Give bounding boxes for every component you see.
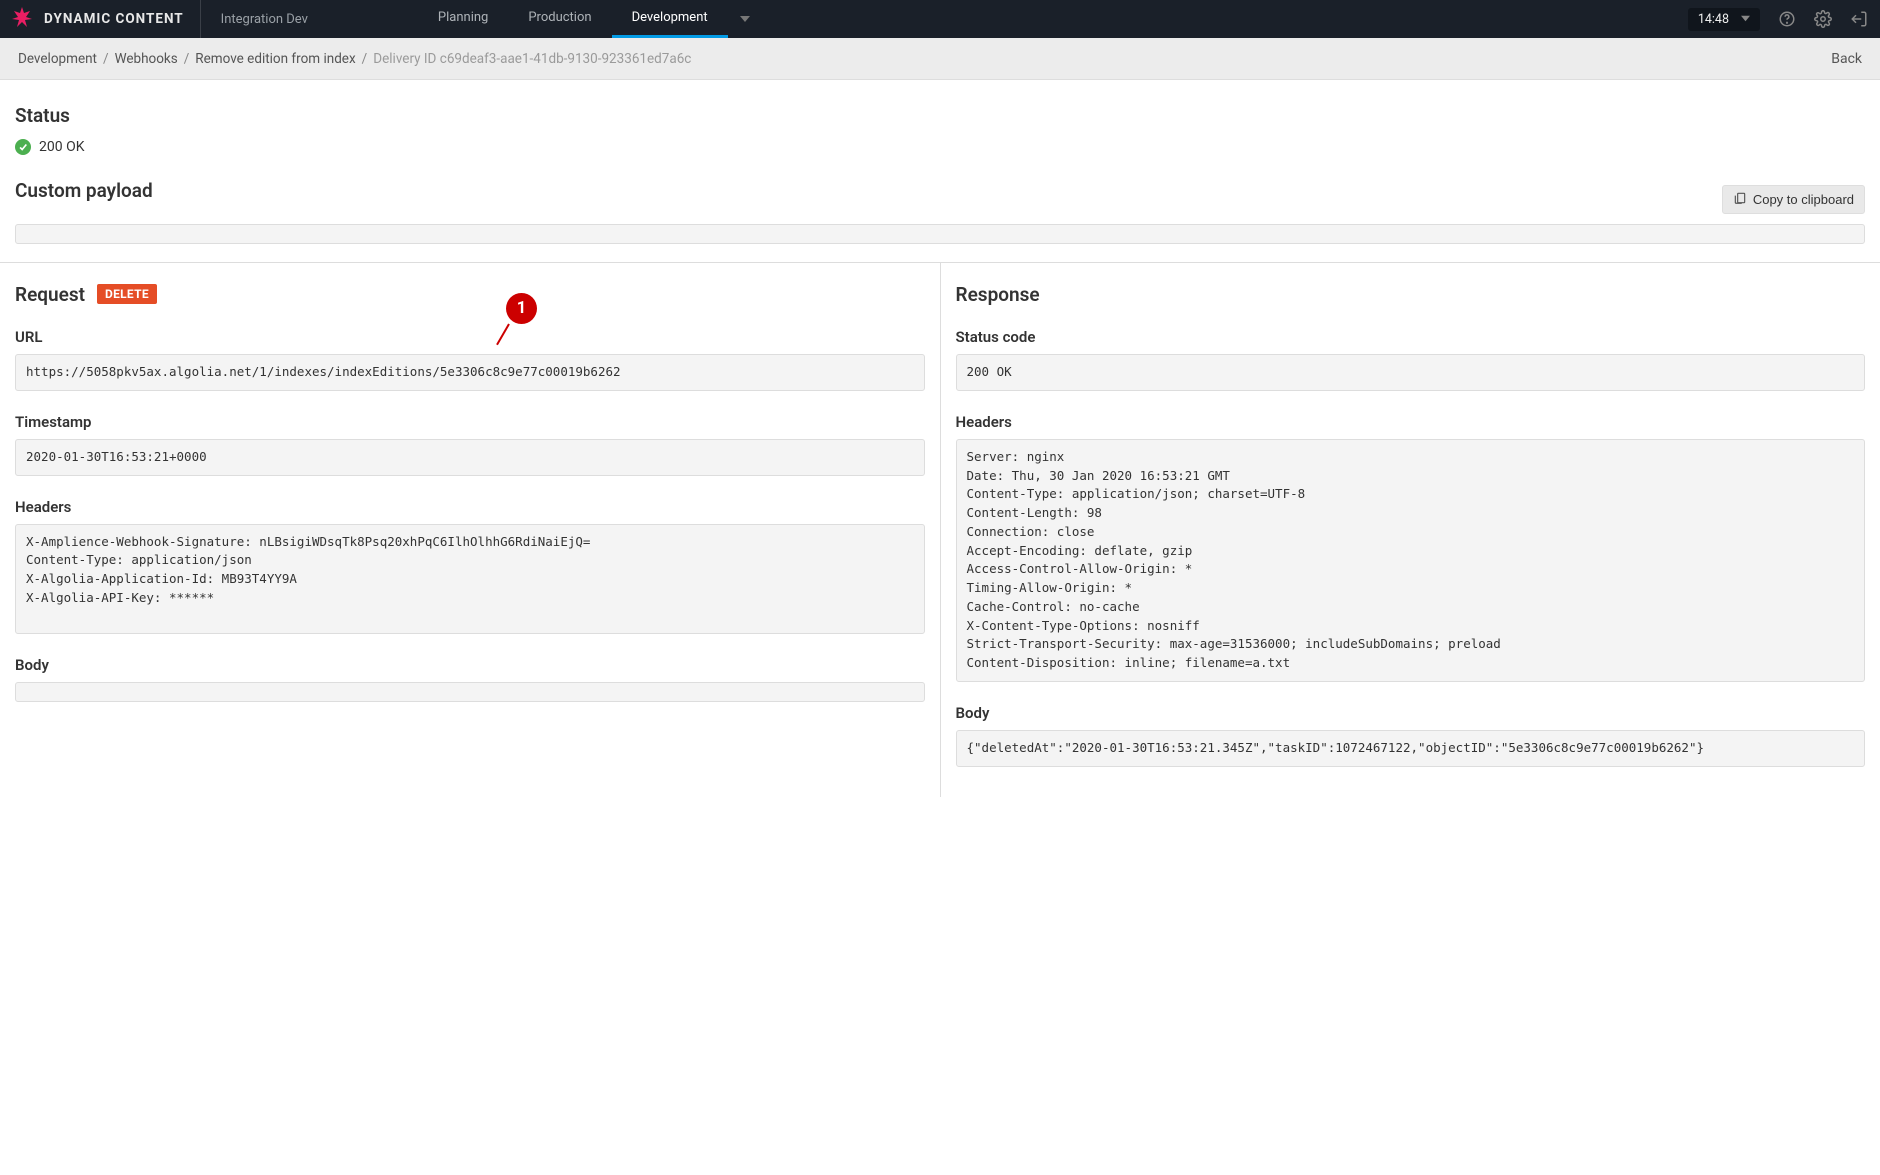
nav-tabs: Planning Production Development [418, 0, 762, 38]
response-body-label: Body [956, 704, 1866, 722]
request-headers-label: Headers [15, 498, 925, 516]
tab-more-dropdown[interactable] [728, 0, 762, 38]
breadcrumb-bar: Development / Webhooks / Remove edition … [0, 38, 1880, 80]
request-method-badge: DELETE [97, 284, 157, 304]
time-indicator[interactable]: 14:48 [1688, 8, 1760, 31]
copy-to-clipboard-button[interactable]: Copy to clipboard [1722, 185, 1865, 214]
top-right-controls: 14:48 [1688, 0, 1880, 38]
tab-production[interactable]: Production [508, 0, 611, 38]
request-headers-value[interactable]: X-Amplience-Webhook-Signature: nLBsigiWD… [15, 524, 925, 634]
response-status-code-label: Status code [956, 328, 1866, 346]
content: Status 200 OK Custom payload Copy to cli… [0, 80, 1880, 244]
time-text: 14:48 [1698, 12, 1729, 27]
request-heading: Request [15, 283, 85, 306]
clipboard-icon [1733, 191, 1747, 208]
request-body-value[interactable] [15, 682, 925, 702]
help-icon[interactable] [1778, 10, 1796, 28]
breadcrumb-webhooks[interactable]: Webhooks [115, 51, 178, 67]
status-success-icon [15, 139, 31, 155]
response-status-code-value[interactable]: 200 OK [956, 354, 1866, 391]
custom-payload-heading: Custom payload [15, 179, 153, 202]
request-url-label: URL [15, 328, 925, 346]
breadcrumb-delivery-id: Delivery ID c69deaf3-aae1-41db-9130-9233… [373, 51, 691, 67]
response-headers-label: Headers [956, 413, 1866, 431]
status-text: 200 OK [39, 139, 85, 155]
response-pane: Response Status code 200 OK Headers Serv… [941, 263, 1880, 797]
context-label[interactable]: Integration Dev [201, 12, 328, 27]
logo-icon [10, 5, 44, 33]
breadcrumb-sep: / [103, 51, 109, 67]
breadcrumb-webhook-name[interactable]: Remove edition from index [195, 51, 355, 67]
brand-text: DYNAMIC CONTENT [44, 11, 184, 27]
tab-planning[interactable]: Planning [418, 0, 508, 38]
breadcrumb-sep: / [184, 51, 190, 67]
breadcrumb-sep: / [362, 51, 368, 67]
custom-payload-body[interactable] [15, 224, 1865, 244]
brand: DYNAMIC CONTENT [0, 0, 201, 38]
response-body-value[interactable]: {"deletedAt":"2020-01-30T16:53:21.345Z",… [956, 730, 1866, 767]
request-response-split: Request DELETE URL https://5058pkv5ax.al… [0, 262, 1880, 797]
response-headers-value[interactable]: Server: nginx Date: Thu, 30 Jan 2020 16:… [956, 439, 1866, 682]
copy-label: Copy to clipboard [1753, 192, 1854, 207]
request-body-label: Body [15, 656, 925, 674]
chevron-down-icon [1741, 12, 1750, 27]
request-url-value[interactable]: https://5058pkv5ax.algolia.net/1/indexes… [15, 354, 925, 391]
status-heading: Status [15, 104, 1865, 127]
top-nav: DYNAMIC CONTENT Integration Dev Planning… [0, 0, 1880, 38]
back-button[interactable]: Back [1831, 51, 1862, 67]
gear-icon[interactable] [1814, 10, 1832, 28]
request-pane: Request DELETE URL https://5058pkv5ax.al… [0, 263, 941, 797]
status-row: 200 OK [15, 139, 1865, 155]
response-heading: Response [956, 283, 1040, 306]
breadcrumb-development[interactable]: Development [18, 51, 97, 67]
request-timestamp-value[interactable]: 2020-01-30T16:53:21+0000 [15, 439, 925, 476]
logout-icon[interactable] [1850, 10, 1868, 28]
request-timestamp-label: Timestamp [15, 413, 925, 431]
tab-development[interactable]: Development [612, 0, 728, 38]
